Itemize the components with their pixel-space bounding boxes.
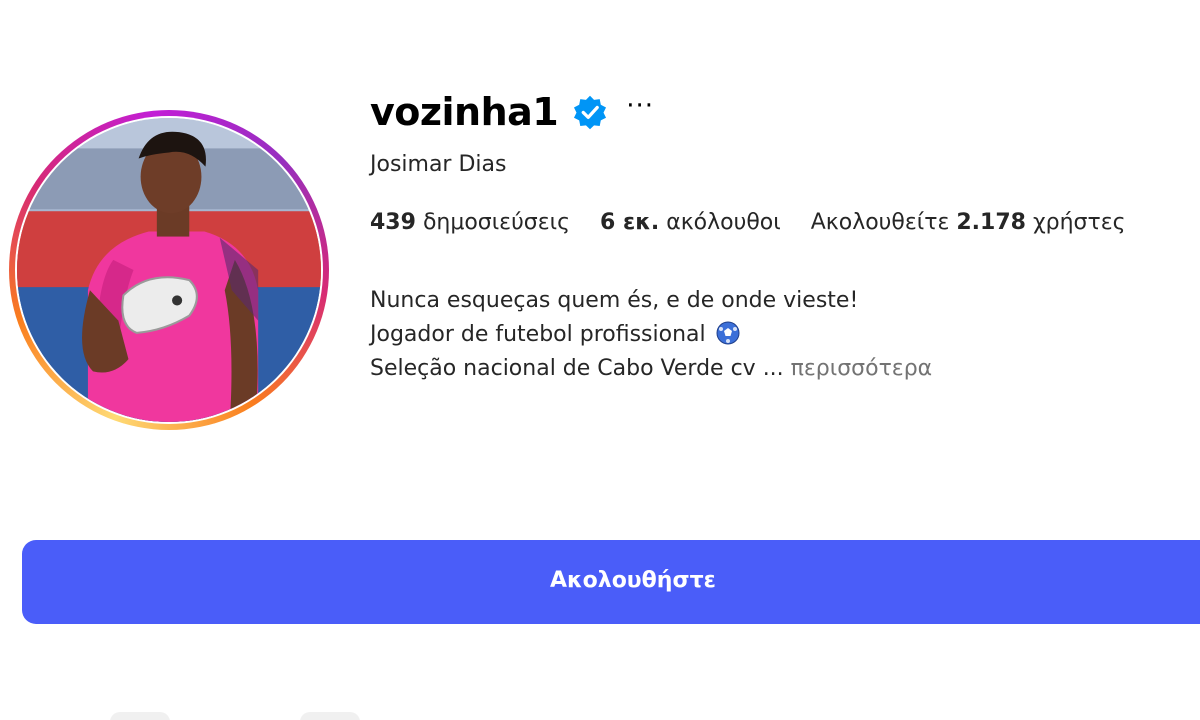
- following-label: χρήστες: [1032, 210, 1126, 235]
- following-prefix: Ακολουθείτε: [810, 210, 950, 235]
- bio-line-2: Jogador de futebol profissional: [370, 318, 932, 352]
- posts-count-value: 439: [370, 210, 416, 235]
- profile-stats: 439 δημοσιεύσεις 6 εκ. ακόλουθοι Ακολουθ…: [370, 210, 1156, 235]
- more-options-icon[interactable]: ···: [626, 93, 654, 119]
- bio-line-1: Nunca esqueças quem és, e de onde vieste…: [370, 288, 859, 313]
- following-count-value: 2.178: [956, 210, 1026, 235]
- followers-count-value: 6 εκ.: [600, 210, 660, 235]
- story-ring-avatar[interactable]: [9, 110, 329, 430]
- follow-button-label: Ακολουθήστε: [550, 568, 716, 593]
- profile-page: vozinha1 ··· Josimar Dias 439 δημοσιεύσε…: [0, 0, 1200, 720]
- soccer-ball-icon: [716, 321, 740, 345]
- bio-line-3-text: Seleção nacional de Cabo Verde cv ...: [370, 356, 784, 381]
- verified-badge-icon: [572, 94, 608, 130]
- bio-more-link[interactable]: περισσότερα: [791, 356, 933, 381]
- profile-photo-icon: [17, 118, 321, 422]
- highlight-placeholder[interactable]: [110, 712, 170, 720]
- full-name: Josimar Dias: [370, 152, 507, 177]
- followers-label: ακόλουθοι: [666, 210, 781, 235]
- profile-header: vozinha1 ···: [370, 88, 654, 136]
- posts-count: 439 δημοσιεύσεις: [370, 210, 570, 235]
- followers-link[interactable]: 6 εκ. ακόλουθοι: [600, 210, 781, 235]
- highlight-placeholder[interactable]: [300, 712, 360, 720]
- follow-button[interactable]: Ακολουθήστε: [22, 540, 1200, 624]
- posts-count-label: δημοσιεύσεις: [422, 210, 570, 235]
- bio-line-3: Seleção nacional de Cabo Verde cv ... πε…: [370, 352, 932, 386]
- following-link[interactable]: Ακολουθείτε 2.178 χρήστες: [811, 210, 1126, 235]
- username: vozinha1: [370, 90, 559, 134]
- bio: Nunca esqueças quem és, e de onde vieste…: [370, 284, 932, 386]
- bio-line-2-text: Jogador de futebol profissional: [370, 322, 706, 347]
- avatar: [17, 118, 321, 422]
